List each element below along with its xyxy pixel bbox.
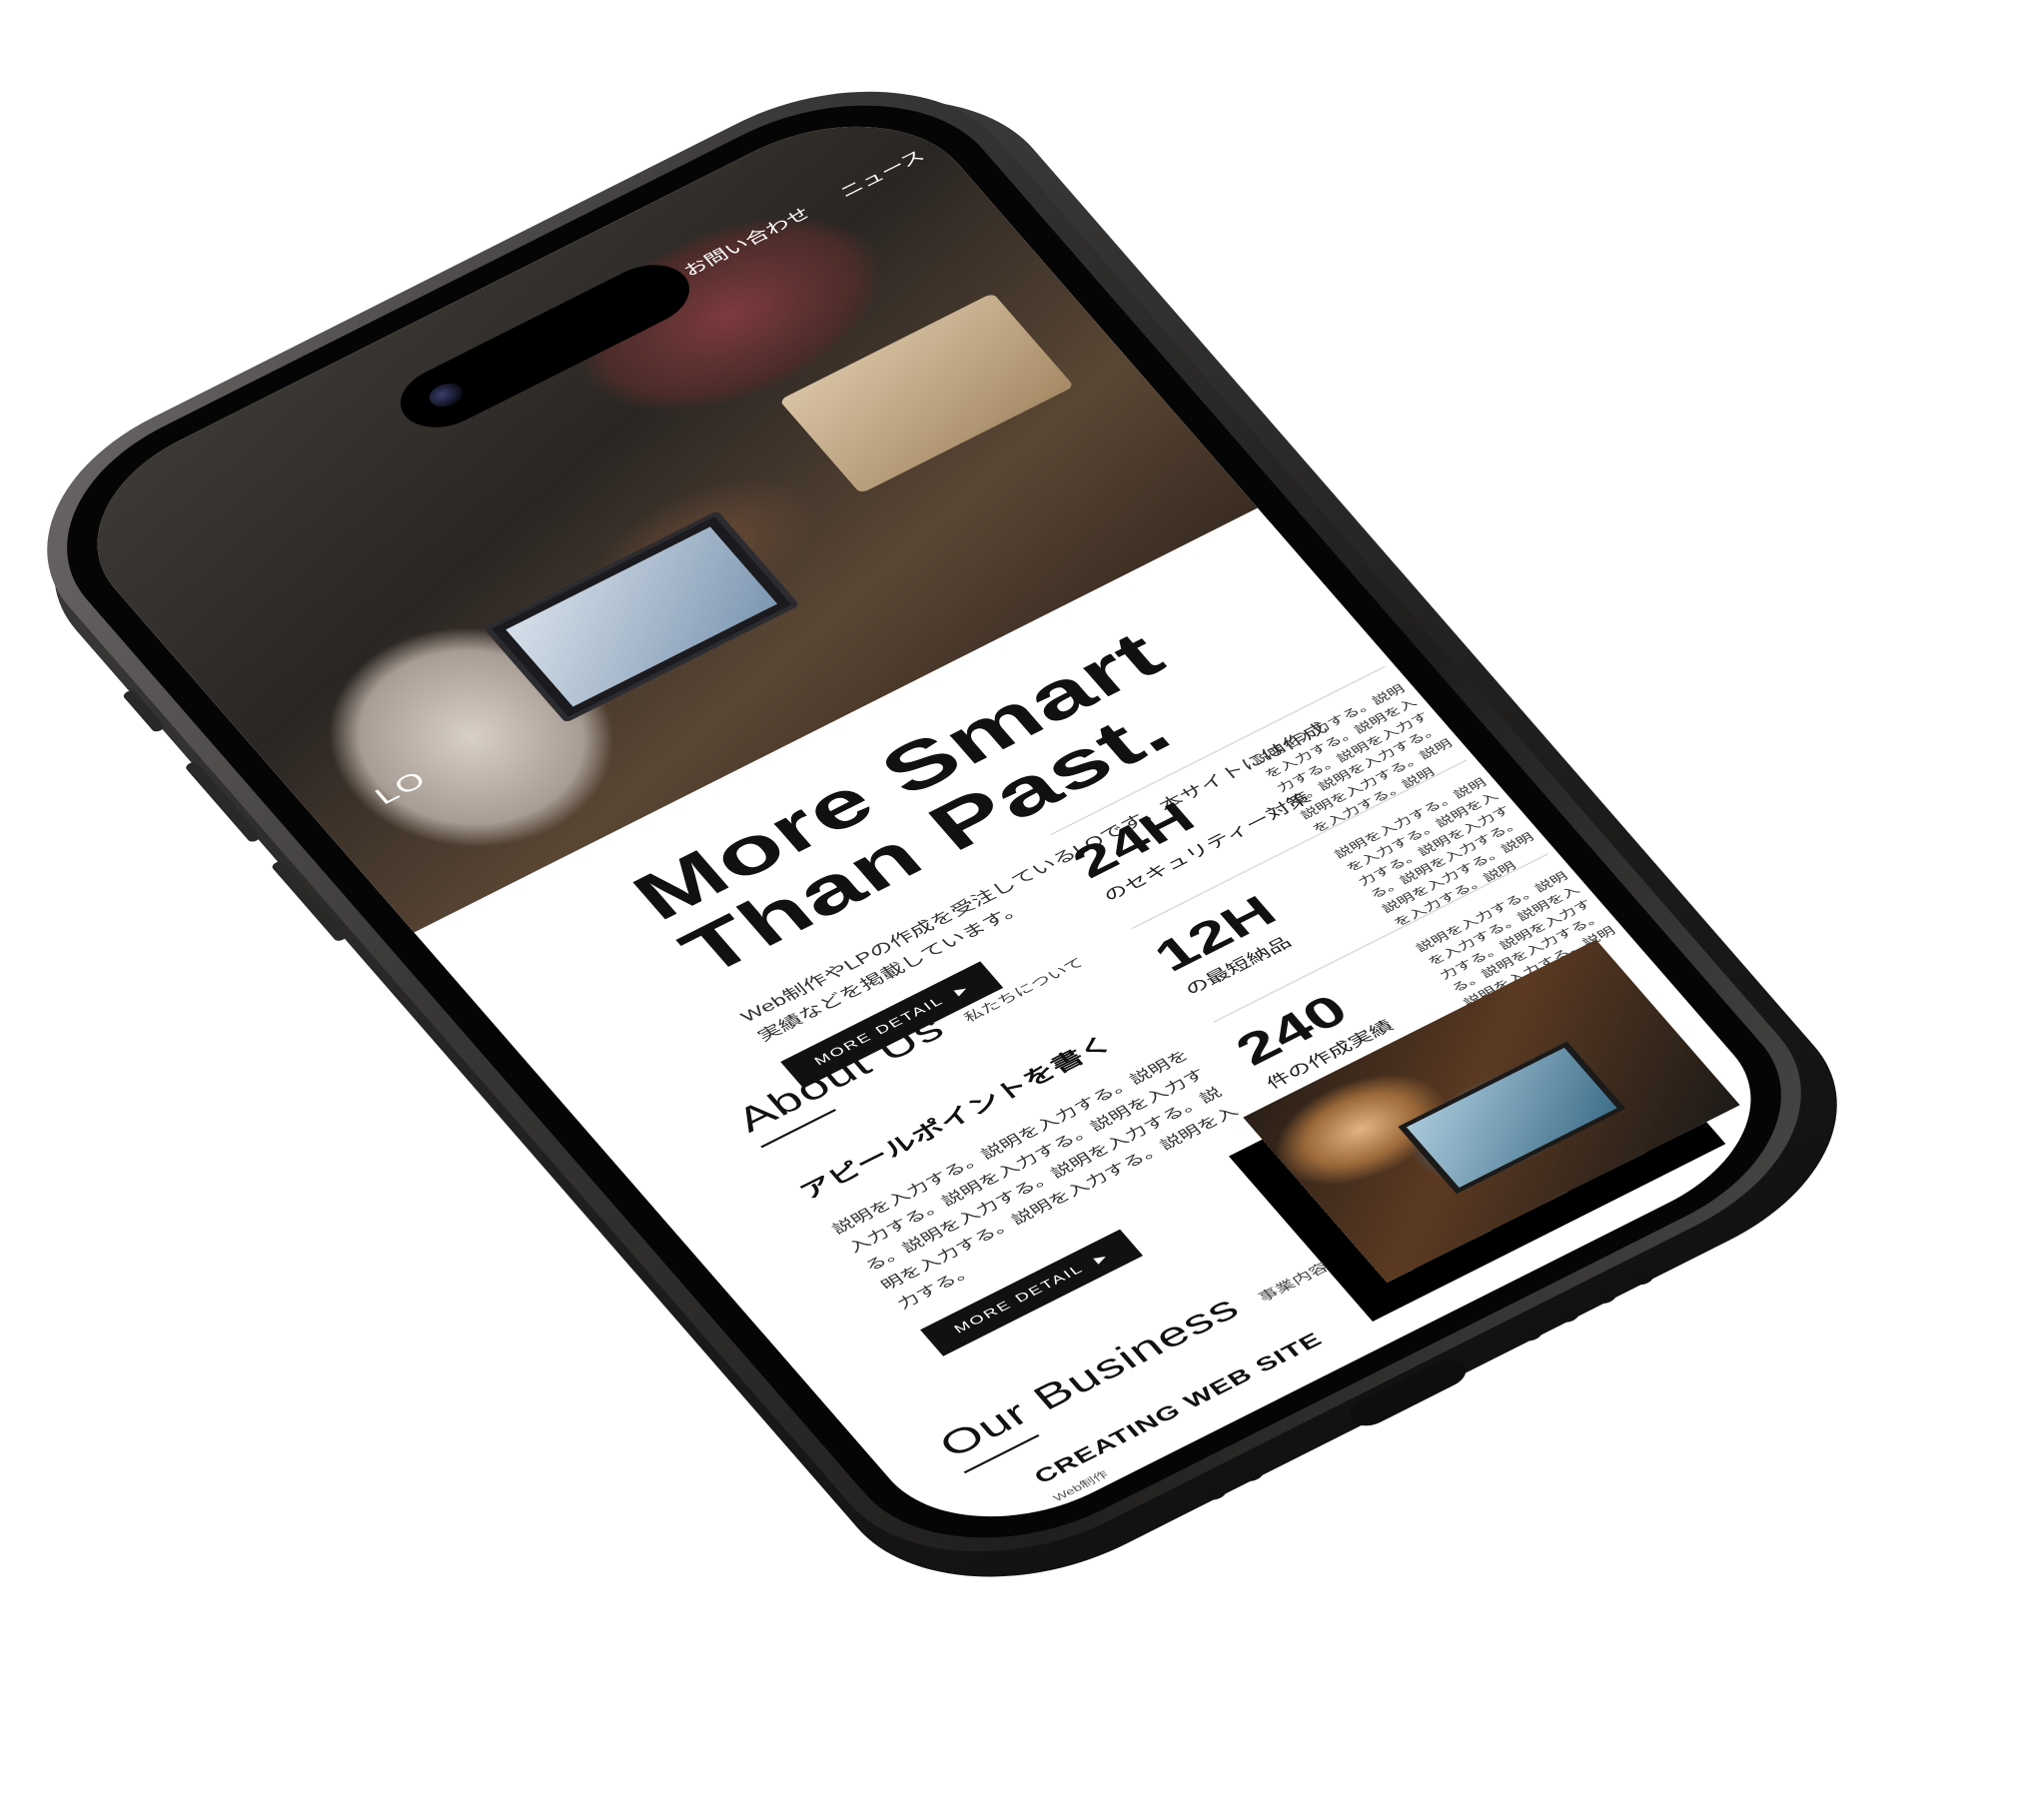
camera-lens: [423, 379, 469, 412]
phone-frame: LO 事業内容 会社概要 お問い合わせ ニュース More Smart Than…: [0, 37, 1868, 1606]
mockup-stage: LO 事業内容 会社概要 お問い合わせ ニュース More Smart Than…: [0, 0, 2044, 1798]
triangle-right-icon: ▶: [1091, 1250, 1111, 1266]
speaker-hole: [1589, 1284, 1621, 1308]
laptop-photo: [778, 293, 1075, 494]
site-logo[interactable]: LO: [369, 766, 434, 811]
speaker-hole: [1515, 1322, 1546, 1345]
laptop-photo: [1405, 1432, 1669, 1560]
speaker-hole: [1626, 1266, 1658, 1289]
nav-item-news[interactable]: ニュース: [833, 144, 929, 202]
speaker-hole: [1236, 1461, 1268, 1485]
speaker-hole: [1199, 1480, 1231, 1503]
nav-item-contact[interactable]: お問い合わせ: [677, 202, 815, 281]
laptop-photo: [1398, 1041, 1626, 1195]
business-subtitle: 事業内容: [1255, 1260, 1333, 1305]
speaker-hole: [1552, 1303, 1584, 1326]
phone-device: LO 事業内容 会社概要 お問い合わせ ニュース More Smart Than…: [0, 37, 1906, 1633]
laptop-photo: [483, 510, 800, 723]
